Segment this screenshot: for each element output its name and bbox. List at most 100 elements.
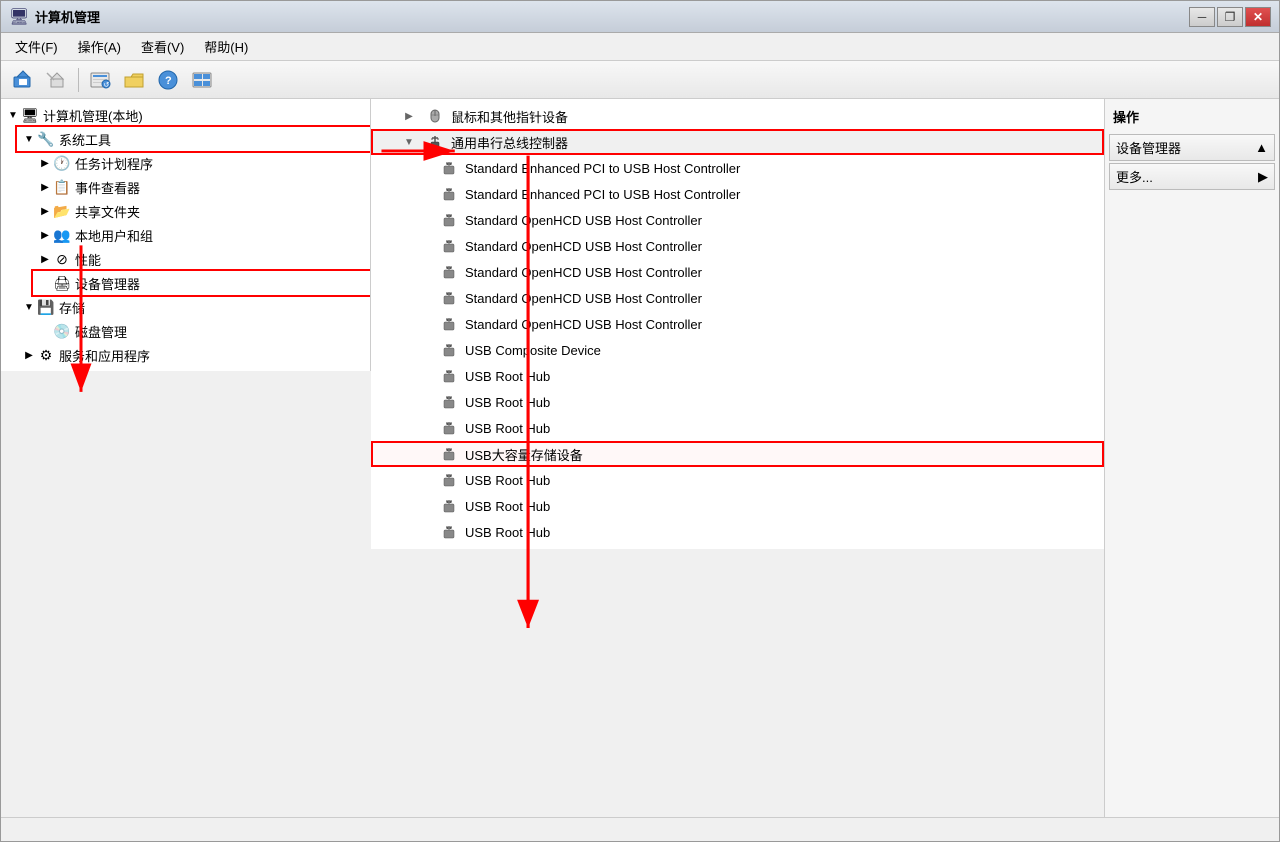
menu-help[interactable]: 帮助(H) bbox=[194, 34, 258, 59]
disk-expand-icon[interactable] bbox=[37, 323, 53, 339]
services-label: 服务和应用程序 bbox=[59, 346, 150, 365]
action-more[interactable]: 更多... ▶ bbox=[1109, 163, 1275, 190]
device-label-14: USB Root Hub bbox=[465, 525, 550, 540]
tree-item-disk-mgmt[interactable]: 💿 磁盘管理 bbox=[33, 319, 370, 343]
storage-expand-icon[interactable]: ▼ bbox=[21, 299, 37, 315]
action-device-manager-arrow: ▲ bbox=[1255, 140, 1268, 155]
window-icon: 🖥 bbox=[9, 7, 29, 27]
device-item-4[interactable]: Standard OpenHCD USB Host Controller bbox=[371, 259, 1104, 285]
right-panel: 操作 设备管理器 ▲ 更多... ▶ bbox=[1104, 99, 1279, 817]
task-expand-icon[interactable]: ▶ bbox=[37, 155, 53, 171]
window-controls: ─ ❐ ✕ bbox=[1189, 7, 1271, 27]
event-expand-icon[interactable]: ▶ bbox=[37, 179, 53, 195]
help-button[interactable]: ? bbox=[152, 65, 184, 95]
services-expand-icon[interactable]: ▶ bbox=[21, 347, 37, 363]
usb-category-icon bbox=[425, 132, 445, 152]
devmgr-label: 设备管理器 bbox=[75, 274, 140, 293]
storage-label: 存储 bbox=[59, 298, 85, 317]
usb-icon-14 bbox=[439, 522, 459, 542]
shared-expand-icon[interactable]: ▶ bbox=[37, 203, 53, 219]
device-item-8[interactable]: USB Root Hub bbox=[371, 363, 1104, 389]
device-label-12: USB Root Hub bbox=[465, 473, 550, 488]
usb-icon-12 bbox=[439, 470, 459, 490]
usb-icon-9 bbox=[439, 392, 459, 412]
usb-icon-13 bbox=[439, 496, 459, 516]
action-device-manager[interactable]: 设备管理器 ▲ bbox=[1109, 134, 1275, 161]
root-label: 计算机管理(本地) bbox=[43, 106, 143, 125]
close-button[interactable]: ✕ bbox=[1245, 7, 1271, 27]
menu-action[interactable]: 操作(A) bbox=[68, 34, 131, 59]
main-content: ▼ 🖥 计算机管理(本地) ▼ 🔧 系统工具 ▶ 🕐 任务计划程序 bbox=[1, 99, 1279, 817]
usb-category-label: 通用串行总线控制器 bbox=[451, 133, 568, 152]
tree-item-services[interactable]: ▶ ⚙ 服务和应用程序 bbox=[17, 343, 370, 367]
device-item-9[interactable]: USB Root Hub bbox=[371, 389, 1104, 415]
system-tools-expand-icon[interactable]: ▼ bbox=[21, 131, 37, 147]
device-item-7[interactable]: USB Composite Device bbox=[371, 337, 1104, 363]
device-item-3[interactable]: Standard OpenHCD USB Host Controller bbox=[371, 233, 1104, 259]
usb-category-header[interactable]: ▼ 通用串行总线控制器 bbox=[371, 129, 1104, 155]
device-label-0: Standard Enhanced PCI to USB Host Contro… bbox=[465, 161, 740, 176]
task-icon: 🕐 bbox=[53, 154, 71, 172]
device-label-10: USB Root Hub bbox=[465, 421, 550, 436]
action-more-label: 更多... bbox=[1116, 167, 1153, 186]
folder-button[interactable] bbox=[118, 65, 150, 95]
refresh-button[interactable]: ↺ bbox=[84, 65, 116, 95]
device-mouse-category[interactable]: ▶ 鼠标和其他指针设备 bbox=[371, 103, 1104, 129]
task-label: 任务计划程序 bbox=[75, 154, 153, 173]
center-panel-wrapper: ▶ 鼠标和其他指针设备 ▼ bbox=[371, 99, 1104, 817]
root-expand-icon[interactable]: ▼ bbox=[5, 107, 21, 123]
minimize-button[interactable]: ─ bbox=[1189, 7, 1215, 27]
device-label-7: USB Composite Device bbox=[465, 343, 601, 358]
usb-icon-2 bbox=[439, 210, 459, 230]
device-item-0[interactable]: Standard Enhanced PCI to USB Host Contro… bbox=[371, 155, 1104, 181]
menu-view[interactable]: 查看(V) bbox=[131, 34, 194, 59]
devmgr-expand-icon[interactable] bbox=[37, 275, 53, 291]
device-label-3: Standard OpenHCD USB Host Controller bbox=[465, 239, 702, 254]
tree-item-local-users[interactable]: ▶ 👥 本地用户和组 bbox=[33, 223, 370, 247]
right-panel-title: 操作 bbox=[1109, 103, 1275, 134]
device-item-2[interactable]: Standard OpenHCD USB Host Controller bbox=[371, 207, 1104, 233]
menu-file[interactable]: 文件(F) bbox=[5, 34, 68, 59]
device-item-14[interactable]: USB Root Hub bbox=[371, 519, 1104, 545]
device-item-10[interactable]: USB Root Hub bbox=[371, 415, 1104, 441]
device-label-1: Standard Enhanced PCI to USB Host Contro… bbox=[465, 187, 740, 202]
tree-item-event-viewer[interactable]: ▶ 📋 事件查看器 bbox=[33, 175, 370, 199]
device-item-6[interactable]: Standard OpenHCD USB Host Controller bbox=[371, 311, 1104, 337]
system-tools-icon: 🔧 bbox=[37, 130, 55, 148]
status-bar bbox=[1, 817, 1279, 841]
disk-icon: 💿 bbox=[53, 322, 71, 340]
usb-icon-8 bbox=[439, 366, 459, 386]
center-panel: ▶ 鼠标和其他指针设备 ▼ bbox=[371, 99, 1104, 549]
svg-text:?: ? bbox=[165, 75, 172, 87]
usb-icon-7 bbox=[439, 340, 459, 360]
root-icon: 🖥 bbox=[21, 106, 39, 124]
tree-item-performance[interactable]: ▶ ⊘ 性能 bbox=[33, 247, 370, 271]
shared-label: 共享文件夹 bbox=[75, 202, 140, 221]
tree-item-shared-folders[interactable]: ▶ 📂 共享文件夹 bbox=[33, 199, 370, 223]
device-item-5[interactable]: Standard OpenHCD USB Host Controller bbox=[371, 285, 1104, 311]
event-label: 事件查看器 bbox=[75, 178, 140, 197]
device-item-12[interactable]: USB Root Hub bbox=[371, 467, 1104, 493]
storage-icon: 💾 bbox=[37, 298, 55, 316]
devmgr-icon: 🖨 bbox=[53, 274, 71, 292]
users-label: 本地用户和组 bbox=[75, 226, 153, 245]
device-item-1[interactable]: Standard Enhanced PCI to USB Host Contro… bbox=[371, 181, 1104, 207]
device-item-11[interactable]: USB大容量存储设备 bbox=[371, 441, 1104, 467]
tree-item-system-tools[interactable]: ▼ 🔧 系统工具 bbox=[17, 127, 370, 151]
perf-expand-icon[interactable]: ▶ bbox=[37, 251, 53, 267]
event-icon: 📋 bbox=[53, 178, 71, 196]
tree-item-task-scheduler[interactable]: ▶ 🕐 任务计划程序 bbox=[33, 151, 370, 175]
action-device-manager-label: 设备管理器 bbox=[1116, 138, 1181, 157]
forward-button[interactable] bbox=[41, 65, 73, 95]
disk-label: 磁盘管理 bbox=[75, 322, 127, 341]
users-expand-icon[interactable]: ▶ bbox=[37, 227, 53, 243]
tree-item-device-manager[interactable]: 🖨 设备管理器 bbox=[33, 271, 370, 295]
list-button[interactable] bbox=[186, 65, 218, 95]
action-more-arrow: ▶ bbox=[1258, 169, 1268, 185]
device-item-13[interactable]: USB Root Hub bbox=[371, 493, 1104, 519]
tree-root[interactable]: ▼ 🖥 计算机管理(本地) bbox=[1, 103, 370, 127]
tree-item-storage[interactable]: ▼ 💾 存储 bbox=[17, 295, 370, 319]
restore-button[interactable]: ❐ bbox=[1217, 7, 1243, 27]
usb-icon-6 bbox=[439, 314, 459, 334]
back-button[interactable] bbox=[7, 65, 39, 95]
